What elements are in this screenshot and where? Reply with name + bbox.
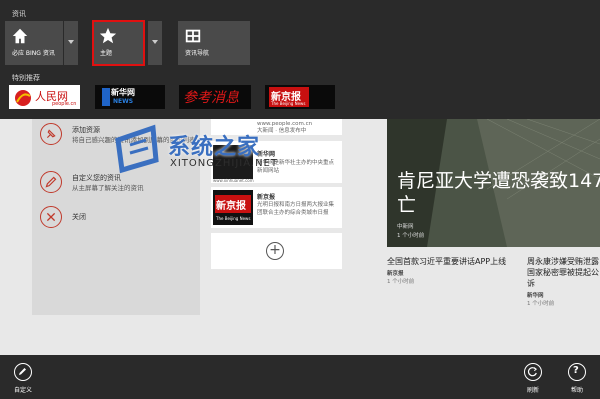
add-icon: + [266,242,284,260]
help-label: 帮助 [570,387,583,394]
nav-tile-label: 主题 [100,50,113,57]
watermark-main-text: 系统之家 [168,135,261,160]
news-source-card-beijing[interactable]: 新京报 The Beijing News 新京报 光明日报和南方日报两大报业集团… [211,187,342,228]
option-title: 添加资源 [72,126,100,134]
help-button[interactable]: ? 帮助 [562,363,592,394]
nav-tile-news-nav[interactable]: 资讯导航 [178,21,250,65]
news-item[interactable]: 周永康涉嫌受贿泄露国家秘密罪被提起公诉 新华网 1 个小时前 [527,256,600,307]
news-source: 新京报 [387,271,404,277]
people-cn-logo[interactable]: 人民网 people.cn [9,85,80,109]
xinhua-logo[interactable]: 新华网 NEWS [95,85,165,109]
nav-tile-bing-dropdown[interactable] [64,21,78,65]
nav-tile-label: 必应 BING 资讯 [12,50,55,57]
option-title: 关闭 [72,213,86,221]
nav-tile-label: 资讯导航 [185,50,210,57]
cankao-xiaoxi-logo-text: 参考消息 [183,90,239,106]
customize-button[interactable]: 自定义 [8,363,38,394]
section-label-news: 资讯 [12,10,26,18]
star-icon [99,27,117,44]
news-title: 周永康涉嫌受贿泄露国家秘密罪被提起公诉 [527,257,599,288]
hero-title: 肯尼亚大学遭恐袭致147人死亡 [397,170,600,216]
hero-story[interactable]: 肯尼亚大学遭恐袭致147人死亡 中新网 1 个小时前 [387,119,600,247]
card-desc: 光明日报和南方日报两大报业集团联合主办的综合类城市日报 [257,202,335,216]
close-option[interactable]: 关闭 [40,206,200,230]
watermark-logo-icon [115,124,159,174]
nav-tile-topics-dropdown[interactable] [148,21,162,65]
pencil-icon [40,171,62,193]
home-icon [12,28,28,44]
beijing-thumb-text: 新京报 [216,201,246,212]
news-source: 新华网 [527,293,544,299]
beijing-news-logo-sub: The Beijing News [271,101,306,106]
hero-time: 1 个小时前 [397,233,425,239]
refresh-label: 刷新 [526,387,539,394]
beijing-news-thumbnail: 新京报 The Beijing News [213,190,253,225]
xinhua-n-icon [102,88,110,106]
top-nav-bar: 资讯 必应 BING 资讯 主题 资讯导航 特别推荐 人民网 people.cn… [0,0,600,119]
watermark-sub-text: XITONGZHIJIA.NET [170,158,278,169]
beijing-news-logo[interactable]: 新京报 The Beijing News [265,85,335,109]
section-label-featured: 特别推荐 [12,74,40,82]
pin-icon [40,123,62,145]
news-time: 1 个小时前 [387,279,415,285]
help-icon: ? [568,363,586,381]
close-icon [40,206,62,228]
pencil-icon [14,363,32,381]
people-cn-logo-sub: people.cn [52,101,77,107]
card-title: 新京报 [257,194,276,201]
watermark: 系统之家 XITONGZHIJIA.NET [108,120,308,180]
hero-source: 中新网 [397,224,414,230]
nav-tile-bing-news[interactable]: 必应 BING 资讯 [5,21,63,65]
beijing-thumb-sub: The Beijing News [216,216,251,221]
bottom-app-bar: 自定义 刷新 ? 帮助 [0,355,600,399]
cankao-xiaoxi-logo[interactable]: 参考消息 [179,85,251,109]
chevron-down-icon [68,40,74,44]
chevron-down-icon [152,40,158,44]
option-desc: 从主屏幕了解关注的资讯 [72,184,144,192]
xinhua-logo-sub: NEWS [113,98,134,105]
xinhua-logo-text: 新华网 [111,88,135,97]
news-time: 1 个小时前 [527,301,555,307]
news-title: 全国首款习近平重要讲话APP上线 [387,257,507,266]
refresh-icon [524,363,542,381]
nav-tile-topics[interactable]: 主题 [92,20,145,66]
news-item[interactable]: 全国首款习近平重要讲话APP上线 新京报 1 个小时前 [387,256,515,285]
refresh-button[interactable]: 刷新 [518,363,548,394]
add-source-card[interactable]: + [211,233,342,269]
customize-label: 自定义 [13,387,32,394]
grid-icon [185,29,201,43]
